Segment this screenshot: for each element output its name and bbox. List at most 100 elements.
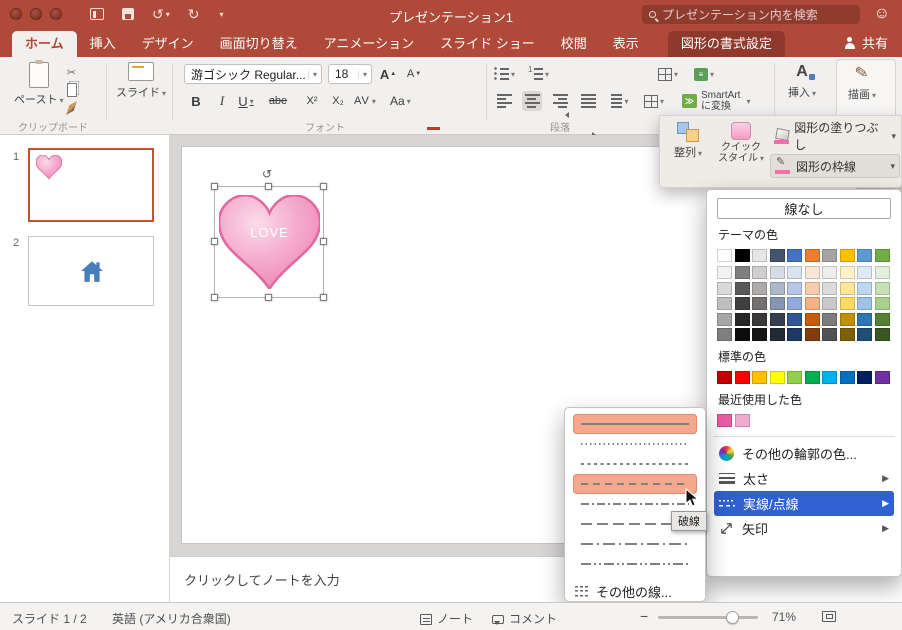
color-swatch[interactable]: [840, 266, 855, 279]
color-swatch[interactable]: [717, 414, 732, 427]
color-swatch[interactable]: [857, 297, 872, 310]
line-weight-item[interactable]: 太さ ▶: [714, 466, 894, 491]
color-swatch[interactable]: [840, 371, 855, 384]
justify-button[interactable]: [578, 91, 598, 111]
tab-view[interactable]: 表示: [600, 31, 652, 57]
italic-button[interactable]: I: [212, 91, 232, 111]
quick-styles-button[interactable]: クイックスタイル: [714, 122, 768, 164]
color-swatch[interactable]: [717, 249, 732, 262]
fit-slide-to-window-icon[interactable]: [822, 611, 836, 622]
color-swatch[interactable]: [787, 282, 802, 295]
color-swatch[interactable]: [770, 249, 785, 262]
zoom-percentage[interactable]: 71%: [772, 610, 796, 624]
line-style-solid[interactable]: [573, 414, 697, 434]
resize-handle-n[interactable]: [265, 183, 272, 190]
color-swatch[interactable]: [717, 282, 732, 295]
character-spacing-button[interactable]: AV: [354, 91, 377, 111]
color-swatch[interactable]: [857, 371, 872, 384]
color-swatch[interactable]: [735, 371, 750, 384]
color-swatch[interactable]: [805, 313, 820, 326]
shape-outline-button[interactable]: 図形の枠線 ▾: [770, 154, 900, 178]
slide-2-thumbnail[interactable]: [28, 236, 154, 306]
color-swatch[interactable]: [875, 313, 890, 326]
new-slide-button[interactable]: スライド: [116, 62, 166, 100]
tab-insert[interactable]: 挿入: [77, 31, 129, 57]
color-swatch[interactable]: [805, 266, 820, 279]
font-name-select[interactable]: 游ゴシック Regular...▾: [184, 64, 322, 84]
color-swatch[interactable]: [717, 371, 732, 384]
color-swatch[interactable]: [805, 371, 820, 384]
slide-1-thumbnail[interactable]: [28, 148, 154, 222]
color-swatch[interactable]: [735, 328, 750, 341]
slide-panel-icon[interactable]: [90, 8, 104, 20]
heart-shape[interactable]: LOVE: [219, 195, 320, 289]
color-swatch[interactable]: [805, 249, 820, 262]
color-swatch[interactable]: [875, 282, 890, 295]
color-swatch[interactable]: [770, 371, 785, 384]
color-swatch[interactable]: [840, 313, 855, 326]
line-style-round-dot[interactable]: [573, 434, 697, 454]
color-swatch[interactable]: [822, 328, 837, 341]
language-indicator[interactable]: 英語 (アメリカ合衆国): [112, 610, 231, 627]
change-case-button[interactable]: Aa: [390, 91, 411, 111]
tab-animations[interactable]: アニメーション: [311, 31, 427, 57]
copy-icon[interactable]: [67, 83, 77, 97]
shape-fill-caret-icon[interactable]: ▾: [891, 131, 896, 142]
grow-font-button[interactable]: A: [378, 64, 398, 84]
align-center-button[interactable]: [522, 91, 542, 111]
color-swatch[interactable]: [770, 313, 785, 326]
color-swatch[interactable]: [875, 249, 890, 262]
color-swatch[interactable]: [752, 266, 767, 279]
color-swatch[interactable]: [752, 249, 767, 262]
color-swatch[interactable]: [822, 266, 837, 279]
superscript-button[interactable]: X²: [302, 91, 322, 111]
dash-style-item[interactable]: 実線/点線 ▶: [714, 491, 894, 516]
color-swatch[interactable]: [787, 297, 802, 310]
strikethrough-button[interactable]: abe: [268, 91, 288, 111]
color-swatch[interactable]: [717, 328, 732, 341]
color-swatch[interactable]: [787, 371, 802, 384]
draw-button[interactable]: ✎ 描画: [848, 63, 876, 102]
bullets-button[interactable]: [494, 64, 515, 84]
color-swatch[interactable]: [735, 313, 750, 326]
shape-outline-caret-icon[interactable]: ▾: [890, 161, 895, 172]
format-painter-icon[interactable]: [66, 101, 77, 115]
fullscreen-button[interactable]: [50, 8, 62, 20]
resize-handle-e[interactable]: [320, 238, 327, 245]
toolbar-options-icon[interactable]: ▾: [219, 10, 223, 19]
tab-slideshow[interactable]: スライド ショー: [427, 31, 548, 57]
color-swatch[interactable]: [770, 297, 785, 310]
no-line-option[interactable]: 線なし: [717, 198, 891, 219]
cut-icon[interactable]: ✂: [67, 65, 76, 79]
resize-handle-nw[interactable]: [211, 183, 218, 190]
color-swatch[interactable]: [752, 371, 767, 384]
color-swatch[interactable]: [857, 266, 872, 279]
arrows-item[interactable]: 矢印 ▶: [714, 516, 894, 541]
line-style-square-dot[interactable]: [573, 454, 697, 474]
color-swatch[interactable]: [735, 414, 750, 427]
zoom-slider-thumb[interactable]: [726, 611, 739, 624]
color-swatch[interactable]: [822, 371, 837, 384]
paste-button[interactable]: ペースト: [14, 62, 63, 107]
notes-toggle[interactable]: ノート: [420, 610, 473, 627]
color-swatch[interactable]: [822, 249, 837, 262]
tab-transitions[interactable]: 画面切り替え: [207, 31, 311, 57]
more-lines-item[interactable]: その他の線...: [573, 580, 697, 602]
color-swatch[interactable]: [840, 282, 855, 295]
color-swatch[interactable]: [805, 282, 820, 295]
subscript-button[interactable]: X₂: [328, 91, 348, 111]
save-icon[interactable]: [122, 8, 134, 20]
color-swatch[interactable]: [840, 297, 855, 310]
insert-shape-button[interactable]: A 挿入: [788, 63, 816, 100]
resize-handle-s[interactable]: [265, 294, 272, 301]
shrink-font-button[interactable]: A: [404, 64, 424, 84]
zoom-slider[interactable]: [658, 616, 758, 619]
arrange-button[interactable]: 整列: [664, 122, 712, 160]
color-swatch[interactable]: [787, 249, 802, 262]
color-swatch[interactable]: [805, 297, 820, 310]
columns-button[interactable]: [658, 64, 678, 84]
color-swatch[interactable]: [822, 313, 837, 326]
rotate-handle[interactable]: ↺: [262, 167, 272, 181]
color-swatch[interactable]: [822, 297, 837, 310]
line-style-dash[interactable]: [573, 474, 697, 494]
